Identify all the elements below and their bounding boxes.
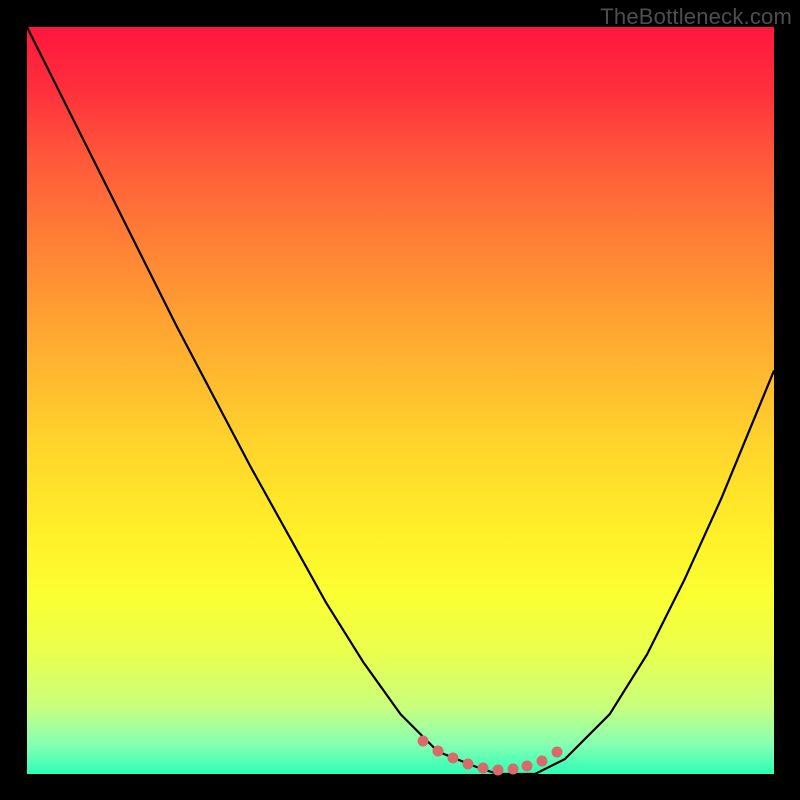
highlight-dots-layer xyxy=(27,27,774,774)
highlight-dot xyxy=(417,736,428,747)
chart-frame: TheBottleneck.com xyxy=(0,0,800,800)
highlight-dot xyxy=(432,745,443,756)
plot-area xyxy=(27,27,774,774)
highlight-dot xyxy=(462,759,473,770)
highlight-dot xyxy=(447,753,458,764)
highlight-dot xyxy=(507,763,518,774)
highlight-dot xyxy=(552,747,563,758)
highlight-dot xyxy=(477,763,488,774)
highlight-dot xyxy=(492,764,503,775)
watermark-label: TheBottleneck.com xyxy=(600,4,792,30)
highlight-dot xyxy=(537,755,548,766)
highlight-dot xyxy=(522,760,533,771)
